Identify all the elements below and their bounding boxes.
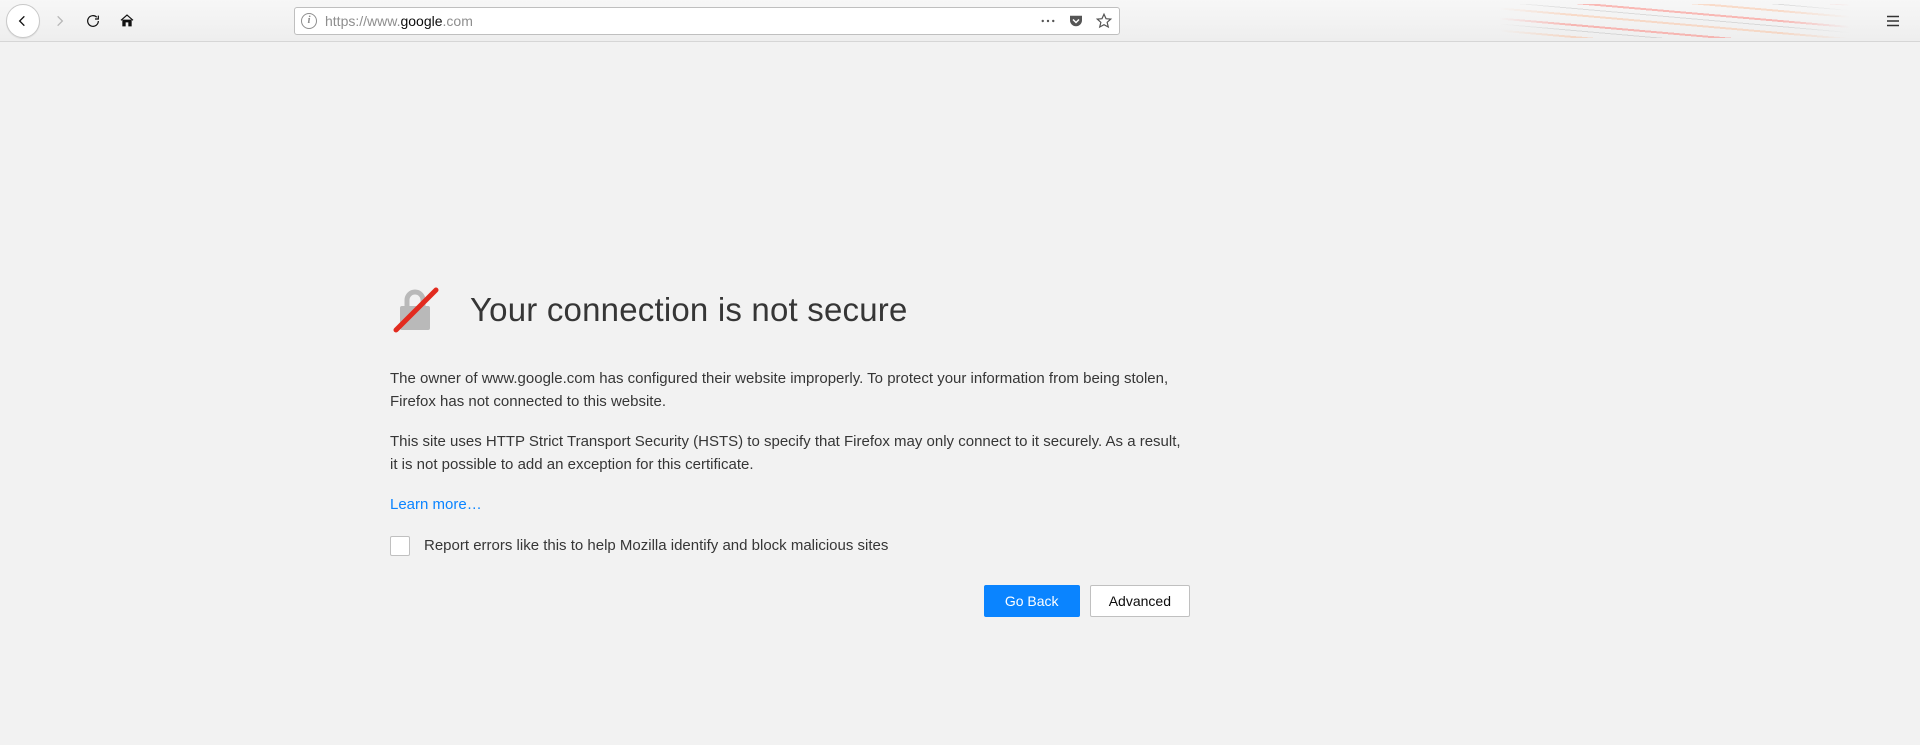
report-errors-checkbox[interactable] (390, 536, 410, 556)
error-title: Your connection is not secure (470, 291, 908, 329)
reload-icon (85, 13, 101, 29)
save-to-pocket-button[interactable] (1067, 12, 1085, 30)
error-paragraph-2: This site uses HTTP Strict Transport Sec… (390, 431, 1190, 476)
bookmark-button[interactable] (1095, 12, 1113, 30)
home-icon (119, 13, 135, 29)
forward-button[interactable] (44, 6, 74, 36)
home-button[interactable] (112, 6, 142, 36)
ellipsis-icon (1039, 12, 1057, 30)
go-back-button[interactable]: Go Back (984, 585, 1080, 617)
url-text: https://www.google.com (325, 13, 1039, 29)
arrow-left-icon (15, 13, 31, 29)
learn-more-link[interactable]: Learn more… (390, 496, 482, 513)
report-errors-label: Report errors like this to help Mozilla … (424, 535, 888, 558)
site-identity-icon[interactable]: i (301, 13, 317, 29)
advanced-button[interactable]: Advanced (1090, 585, 1190, 617)
window-decoration (1500, 4, 1850, 38)
back-button[interactable] (6, 4, 40, 38)
reload-button[interactable] (78, 6, 108, 36)
star-icon (1095, 12, 1113, 30)
error-page: Your connection is not secure The owner … (390, 286, 1190, 617)
hamburger-icon (1884, 12, 1902, 30)
pocket-icon (1067, 12, 1085, 30)
arrow-right-icon (51, 13, 67, 29)
url-actions (1039, 12, 1113, 30)
error-paragraph-1: The owner of www.google.com has configur… (390, 368, 1190, 413)
browser-toolbar: i https://www.google.com (0, 0, 1920, 42)
url-bar[interactable]: i https://www.google.com (294, 7, 1120, 35)
app-menu-button[interactable] (1878, 6, 1908, 36)
page-actions-button[interactable] (1039, 12, 1057, 30)
insecure-lock-icon (390, 286, 442, 334)
